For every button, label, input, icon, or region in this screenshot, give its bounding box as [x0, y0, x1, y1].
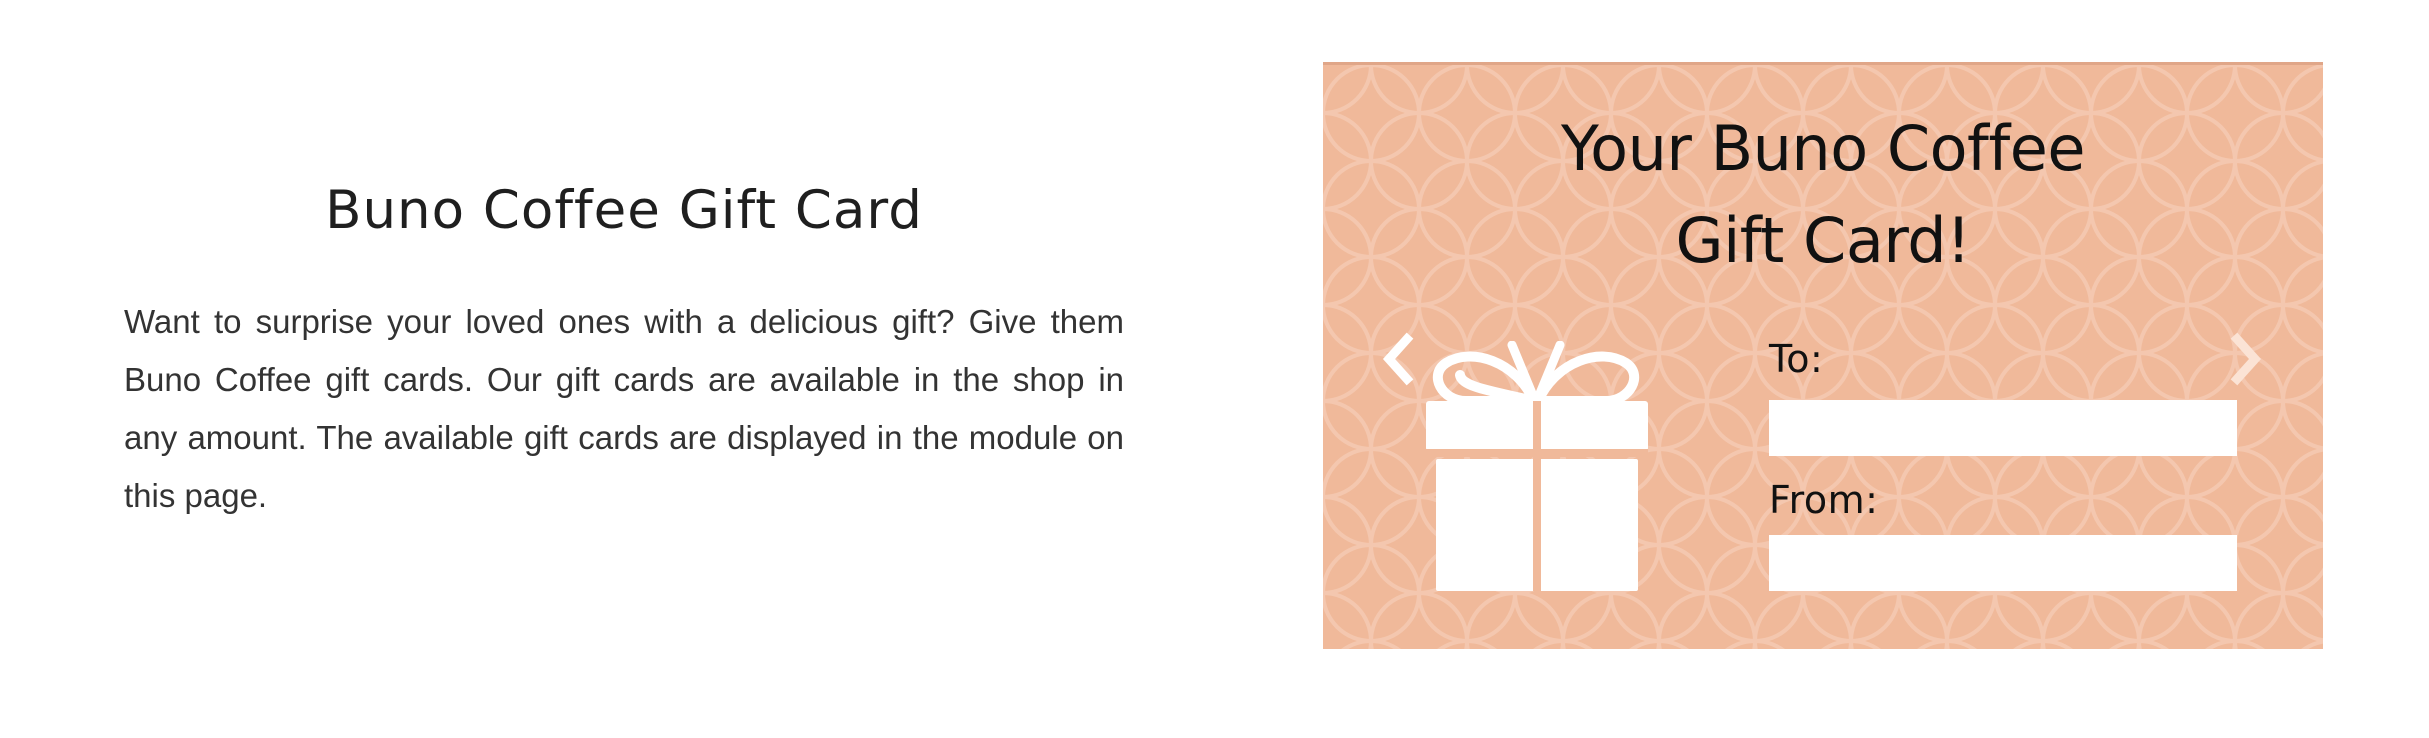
gift-card-slider: Your Buno Coffee Gift Card! To: From: — [1323, 62, 2323, 649]
gift-card-intro: Buno Coffee Gift Card Want to surprise y… — [124, 180, 1124, 525]
from-label: From: — [1769, 478, 1879, 522]
intro-description: Want to surprise your loved ones with a … — [124, 303, 1124, 514]
to-label: To: — [1769, 337, 1824, 381]
slider-next-button[interactable] — [2225, 329, 2269, 389]
chevron-right-icon — [2230, 332, 2262, 386]
to-field[interactable] — [1769, 400, 2237, 456]
gift-box-icon — [1426, 341, 1648, 591]
slider-prev-button[interactable] — [1375, 329, 1419, 389]
chevron-left-icon — [1382, 332, 1414, 386]
page-title: Buno Coffee Gift Card — [325, 180, 923, 241]
gift-card-title-line-2: Gift Card! — [1675, 204, 1971, 277]
gift-card-title: Your Buno Coffee Gift Card! — [1323, 103, 2323, 287]
gift-card-title-line-1: Your Buno Coffee — [1561, 112, 2086, 185]
from-field[interactable] — [1769, 535, 2237, 591]
